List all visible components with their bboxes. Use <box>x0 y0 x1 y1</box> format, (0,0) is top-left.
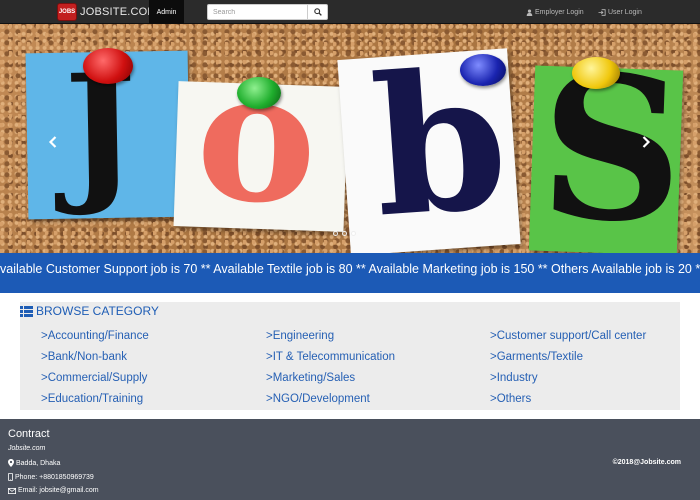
footer-address-text: Badda, Dhaka <box>16 459 61 467</box>
brand-link[interactable]: JOBS JOBSITE.COM <box>57 2 157 22</box>
green-pushpin <box>237 77 281 109</box>
employer-login-link[interactable]: Employer Login <box>526 0 584 24</box>
envelope-icon <box>8 487 16 494</box>
ticker-text: vailable Customer Support job is 70 ** A… <box>0 262 700 276</box>
footer-site-name: Jobsite.com <box>8 445 46 452</box>
footer-address: Badda, Dhaka <box>8 459 60 467</box>
map-marker-icon <box>8 459 14 467</box>
sign-in-icon <box>598 8 606 16</box>
category-garments-textile[interactable]: >Garments/Textile <box>490 351 583 363</box>
carousel-prev-button[interactable] <box>43 132 63 152</box>
footer-copyright: ©2018@Jobsite.com <box>612 459 681 466</box>
top-navbar: JOBS JOBSITE.COM Admin Employer Login Us… <box>0 0 700 24</box>
footer-email-text: Email: jobsite@gmail.com <box>18 487 99 494</box>
category-it-telecommunication[interactable]: >IT & Telecommunication <box>266 351 395 363</box>
browse-category-panel: BROWSE CATEGORY >Accounting/Finance >Ban… <box>20 302 680 410</box>
carousel-indicator-dot[interactable] <box>333 231 338 236</box>
footer-phone-text: Phone: +8801850969739 <box>15 473 94 481</box>
hero-carousel: J o b S <box>0 24 700 253</box>
category-marketing-sales[interactable]: >Marketing/Sales <box>266 372 355 384</box>
category-ngo-development[interactable]: >NGO/Development <box>266 393 370 405</box>
search-input[interactable] <box>207 4 307 20</box>
mobile-icon <box>8 473 13 481</box>
category-customer-support[interactable]: >Customer support/Call center <box>490 330 646 342</box>
category-engineering[interactable]: >Engineering <box>266 330 334 342</box>
footer-email: Email: jobsite@gmail.com <box>8 487 99 494</box>
job-ticker: vailable Customer Support job is 70 ** A… <box>0 253 700 293</box>
letter-s: S <box>536 65 684 253</box>
employer-login-label: Employer Login <box>535 8 584 16</box>
letter-card-s: S <box>528 65 684 253</box>
brand-name: JOBSITE.COM <box>80 6 157 18</box>
brand-logo: JOBS <box>57 3 77 21</box>
blue-pushpin <box>460 54 506 86</box>
carousel-indicator-dot[interactable] <box>351 231 356 236</box>
search-icon <box>313 8 322 16</box>
yellow-pushpin <box>572 57 620 89</box>
footer-title: Contract <box>8 428 50 440</box>
footer-phone: Phone: +8801850969739 <box>8 473 94 481</box>
user-login-label: User Login <box>608 8 642 16</box>
search-form <box>207 4 328 20</box>
category-commercial-supply[interactable]: >Commercial/Supply <box>41 372 147 384</box>
category-accounting-finance[interactable]: >Accounting/Finance <box>41 330 149 342</box>
carousel-next-button[interactable] <box>636 132 656 152</box>
category-others[interactable]: >Others <box>490 393 531 405</box>
list-icon <box>20 305 33 317</box>
browse-category-title: BROWSE CATEGORY <box>36 304 159 318</box>
user-icon <box>526 8 533 16</box>
red-pushpin <box>83 48 133 84</box>
user-login-link[interactable]: User Login <box>598 0 642 24</box>
search-button[interactable] <box>307 4 328 20</box>
browse-category-heading: BROWSE CATEGORY <box>20 304 159 318</box>
category-industry[interactable]: >Industry <box>490 372 538 384</box>
category-bank-non-bank[interactable]: >Bank/Non-bank <box>41 351 127 363</box>
admin-nav-link[interactable]: Admin <box>149 0 184 24</box>
site-footer: Contract Jobsite.com Badda, Dhaka Phone:… <box>0 419 700 500</box>
carousel-indicator-dot[interactable] <box>342 231 347 236</box>
carousel-indicators <box>333 231 356 236</box>
chevron-right-icon <box>642 136 651 148</box>
category-education-training[interactable]: >Education/Training <box>41 393 143 405</box>
chevron-left-icon <box>48 136 57 148</box>
